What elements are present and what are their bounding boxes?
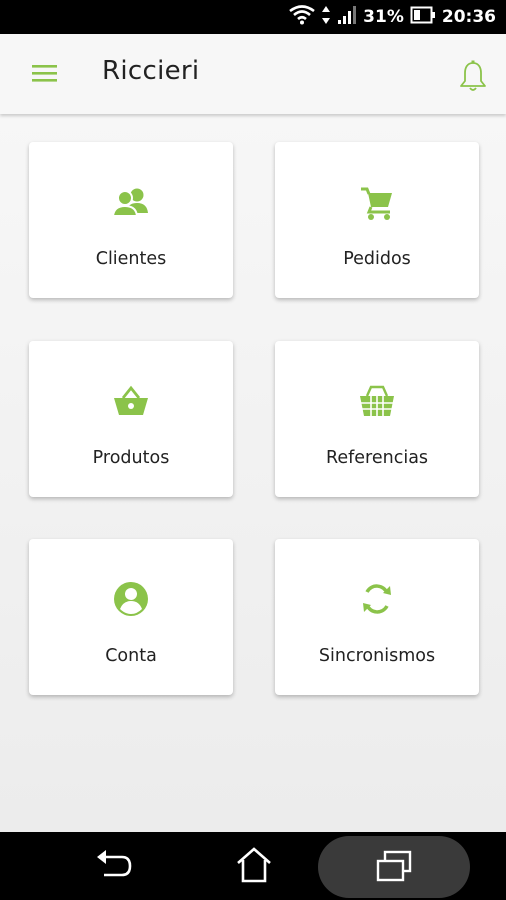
wifi-icon: [289, 4, 315, 30]
clock: 20:36: [441, 7, 496, 27]
produtos-card[interactable]: Produtos: [29, 341, 233, 497]
card-label: Sincronismos: [318, 646, 436, 666]
recents-button[interactable]: [318, 836, 470, 898]
clients-icon: [111, 182, 151, 222]
cart-icon: [357, 182, 397, 222]
signal-icon: [337, 5, 357, 30]
card-label: Clientes: [95, 249, 167, 269]
conta-card[interactable]: Conta: [29, 539, 233, 695]
app-bar: Riccieri: [0, 34, 506, 114]
battery-percent: 31%: [363, 7, 404, 27]
basket-icon: [111, 381, 151, 421]
recent-apps-icon: [375, 850, 413, 889]
data-transfer-icon: [321, 4, 331, 31]
card-label: Pedidos: [343, 249, 411, 269]
dashboard-grid: Clientes Pedidos Produtos Referencias Co…: [0, 114, 506, 832]
back-icon[interactable]: [94, 849, 134, 888]
system-navigation-bar: [0, 832, 506, 900]
status-indicators: 31% 20:36: [289, 0, 496, 34]
grid-basket-icon: [357, 381, 397, 421]
card-label: Referencias: [325, 448, 429, 468]
page-title: Riccieri: [102, 56, 200, 86]
pedidos-card[interactable]: Pedidos: [275, 142, 479, 298]
notification-bell-icon[interactable]: [458, 59, 488, 93]
battery-icon: [410, 6, 436, 29]
sync-icon: [357, 579, 397, 619]
clientes-card[interactable]: Clientes: [29, 142, 233, 298]
card-label: Conta: [105, 646, 157, 666]
home-icon[interactable]: [235, 846, 273, 889]
sincronismos-card[interactable]: Sincronismos: [275, 539, 479, 695]
account-icon: [111, 579, 151, 619]
status-bar: 31% 20:36: [0, 0, 506, 34]
referencias-card[interactable]: Referencias: [275, 341, 479, 497]
hamburger-menu-icon[interactable]: [30, 61, 60, 85]
card-label: Produtos: [92, 448, 170, 468]
